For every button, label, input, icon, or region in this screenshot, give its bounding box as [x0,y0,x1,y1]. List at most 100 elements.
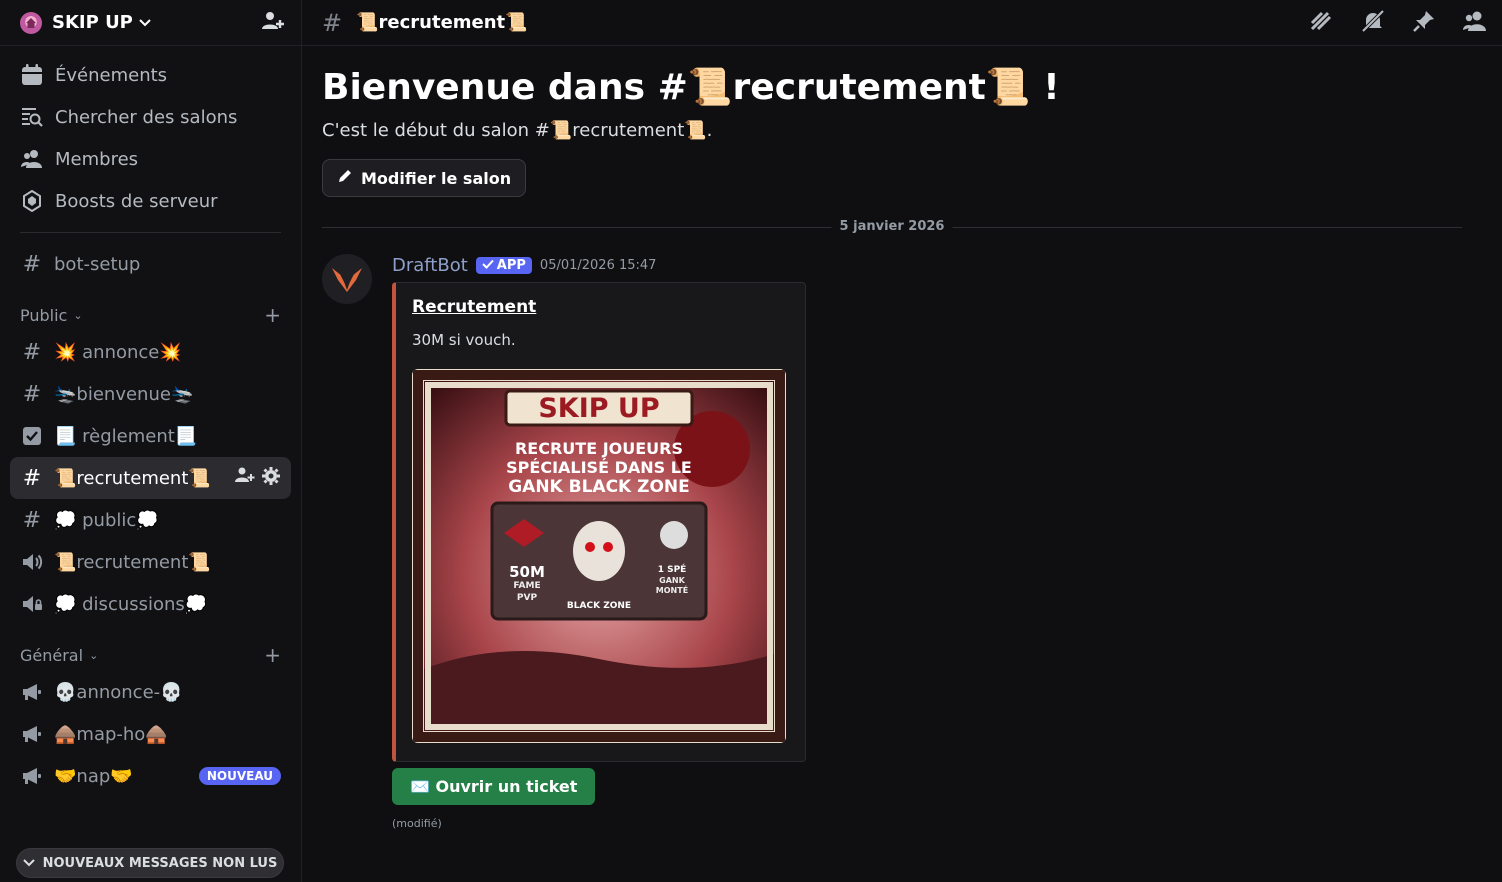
server-header[interactable]: SKIP UP [0,0,301,46]
channel-label: 📜recrutement📜 [54,551,211,573]
chevron-down-icon: ⌄ [73,308,83,322]
unread-messages-button[interactable]: NOUVEAUX MESSAGES NON LUS [16,848,284,878]
rules-icon [20,424,44,448]
add-channel-icon[interactable]: + [264,303,281,327]
pencil-icon [337,168,353,188]
gear-icon[interactable] [261,466,281,491]
hash-icon: # [22,251,42,277]
channel-bot-setup[interactable]: # bot-setup [10,243,291,285]
poster-right-sub2: MONTÉ [655,586,689,595]
date-divider: 5 janvier 2026 [322,219,1462,234]
nav-members[interactable]: Membres [0,138,301,180]
pin-icon[interactable] [1412,9,1436,37]
embed: Recrutement 30M si vouch. SKIP UP RECRUT… [392,282,806,762]
search-list-icon [20,105,44,129]
hash-icon: # [22,339,42,365]
welcome-heading: Bienvenue dans #📜recrutement📜 ! [322,67,1060,108]
calendar-icon [20,63,44,87]
hash-icon: # [22,381,42,407]
channel-label: 💭 public💭 [54,509,159,531]
hash-icon: # [322,8,343,37]
channel-label: 💭 discussions💭 [54,593,208,615]
app-tag-label: APP [496,257,526,273]
poster-title: SKIP UP [538,393,660,424]
nav-events-label: Événements [55,64,168,86]
category-label: Public [20,305,68,325]
announcement-channel-nap[interactable]: 🤝nap🤝 NOUVEAU [10,755,291,797]
open-ticket-button[interactable]: ✉️ Ouvrir un ticket [392,768,596,805]
invite-icon[interactable] [235,466,255,491]
nav-boosts[interactable]: Boosts de serveur [0,180,301,222]
channel-welcome: Bienvenue dans #📜recrutement📜 ! C'est le… [302,46,1502,197]
embed-title[interactable]: Recrutement [412,297,789,317]
open-ticket-label: ✉️ Ouvrir un ticket [410,777,578,796]
members-icon [20,147,44,171]
server-name: SKIP UP [52,12,133,33]
embed-image[interactable]: SKIP UP RECRUTE JOUEURS SPÉCIALISÉ DANS … [412,369,786,743]
message-timestamp: 05/01/2026 15:47 [539,257,657,273]
divider [20,232,281,233]
poster-line2: SPÉCIALISÉ DANS LE [506,458,692,477]
channel-recrutement-active[interactable]: # 📜recrutement📜 [10,457,291,499]
poster-line3: GANK BLACK ZONE [508,477,690,497]
poster-left-stat: 50M [509,563,545,581]
channel-header: # 📜recrutement📜 [302,0,1502,46]
megaphone-icon [20,680,44,704]
chevron-down-icon [22,856,35,871]
category-public[interactable]: Public ⌄ + [0,299,301,331]
channel-reglement[interactable]: 📃 règlement📃 [10,415,291,457]
megaphone-icon [20,722,44,746]
date-divider-label: 5 janvier 2026 [831,219,953,234]
voice-channel-recrutement[interactable]: 📜recrutement📜 [10,541,291,583]
nav-browse-channels[interactable]: Chercher des salons [0,96,301,138]
poster-left-sub1: FAME [513,581,541,591]
chat-area: # 📜recrutement📜 Bienvenue dans #📜recrute… [302,0,1502,882]
welcome-subtitle: C'est le début du salon #📜recrutement📜. [322,120,713,141]
channel-public[interactable]: # 💭 public💭 [10,499,291,541]
poster-bottom: BLACK ZONE [566,601,632,611]
poster-right-sub1: GANK [659,576,685,585]
channel-label: 💥 annonce💥 [54,341,182,363]
invite-people-icon[interactable] [261,10,285,36]
channel-label: bot-setup [54,253,141,275]
unread-label: NOUVEAUX MESSAGES NON LUS [42,855,278,871]
nav-members-label: Membres [55,148,139,170]
channel-label: 🤝nap🤝 [54,765,133,787]
announcement-channel-map-ho[interactable]: 🛖map-ho🛖 [10,713,291,755]
message: DraftBot APP 05/01/2026 15:47 Recrutemen… [302,254,1502,830]
channel-label: 📜recrutement📜 [54,467,211,489]
channel-label: 🛬bienvenue🛬 [54,383,194,405]
message-author[interactable]: DraftBot [392,255,468,276]
edit-channel-label: Modifier le salon [361,168,512,188]
poster-right-stat: 1 SPÉ [657,565,687,575]
server-home-icon [20,11,42,34]
chevron-down-icon: ⌄ [89,648,99,662]
megaphone-icon [20,764,44,788]
mute-bell-icon[interactable] [1360,9,1386,37]
avatar[interactable] [322,254,372,304]
announcement-channel-annonce[interactable]: 💀annonce-💀 [10,671,291,713]
nav-boosts-label: Boosts de serveur [55,190,218,212]
threads-icon[interactable] [1308,9,1334,37]
category-general[interactable]: Général ⌄ + [0,639,301,671]
channel-title: 📜recrutement📜 [356,12,528,33]
edit-channel-button[interactable]: Modifier le salon [322,159,527,197]
speaker-icon [20,550,44,574]
boost-icon [20,189,44,213]
app-tag: APP [475,256,532,274]
channel-annonce[interactable]: # 💥 annonce💥 [10,331,291,373]
poster-line1: RECRUTE JOUEURS [514,439,684,458]
channel-sidebar: SKIP UP Événements Chercher des salons M… [0,0,302,882]
speaker-lock-icon [20,592,44,616]
channel-label: 💀annonce-💀 [54,681,183,703]
channel-bienvenue[interactable]: # 🛬bienvenue🛬 [10,373,291,415]
add-channel-icon[interactable]: + [264,643,281,667]
category-label: Général [20,645,84,665]
member-list-icon[interactable] [1462,9,1488,37]
edited-label: (modifié) [392,817,442,830]
embed-description: 30M si vouch. [412,331,516,349]
channel-label: 📃 règlement📃 [54,425,198,447]
nav-events[interactable]: Événements [0,54,301,96]
voice-channel-discussions[interactable]: 💭 discussions💭 [10,583,291,625]
chevron-down-icon [139,16,151,30]
